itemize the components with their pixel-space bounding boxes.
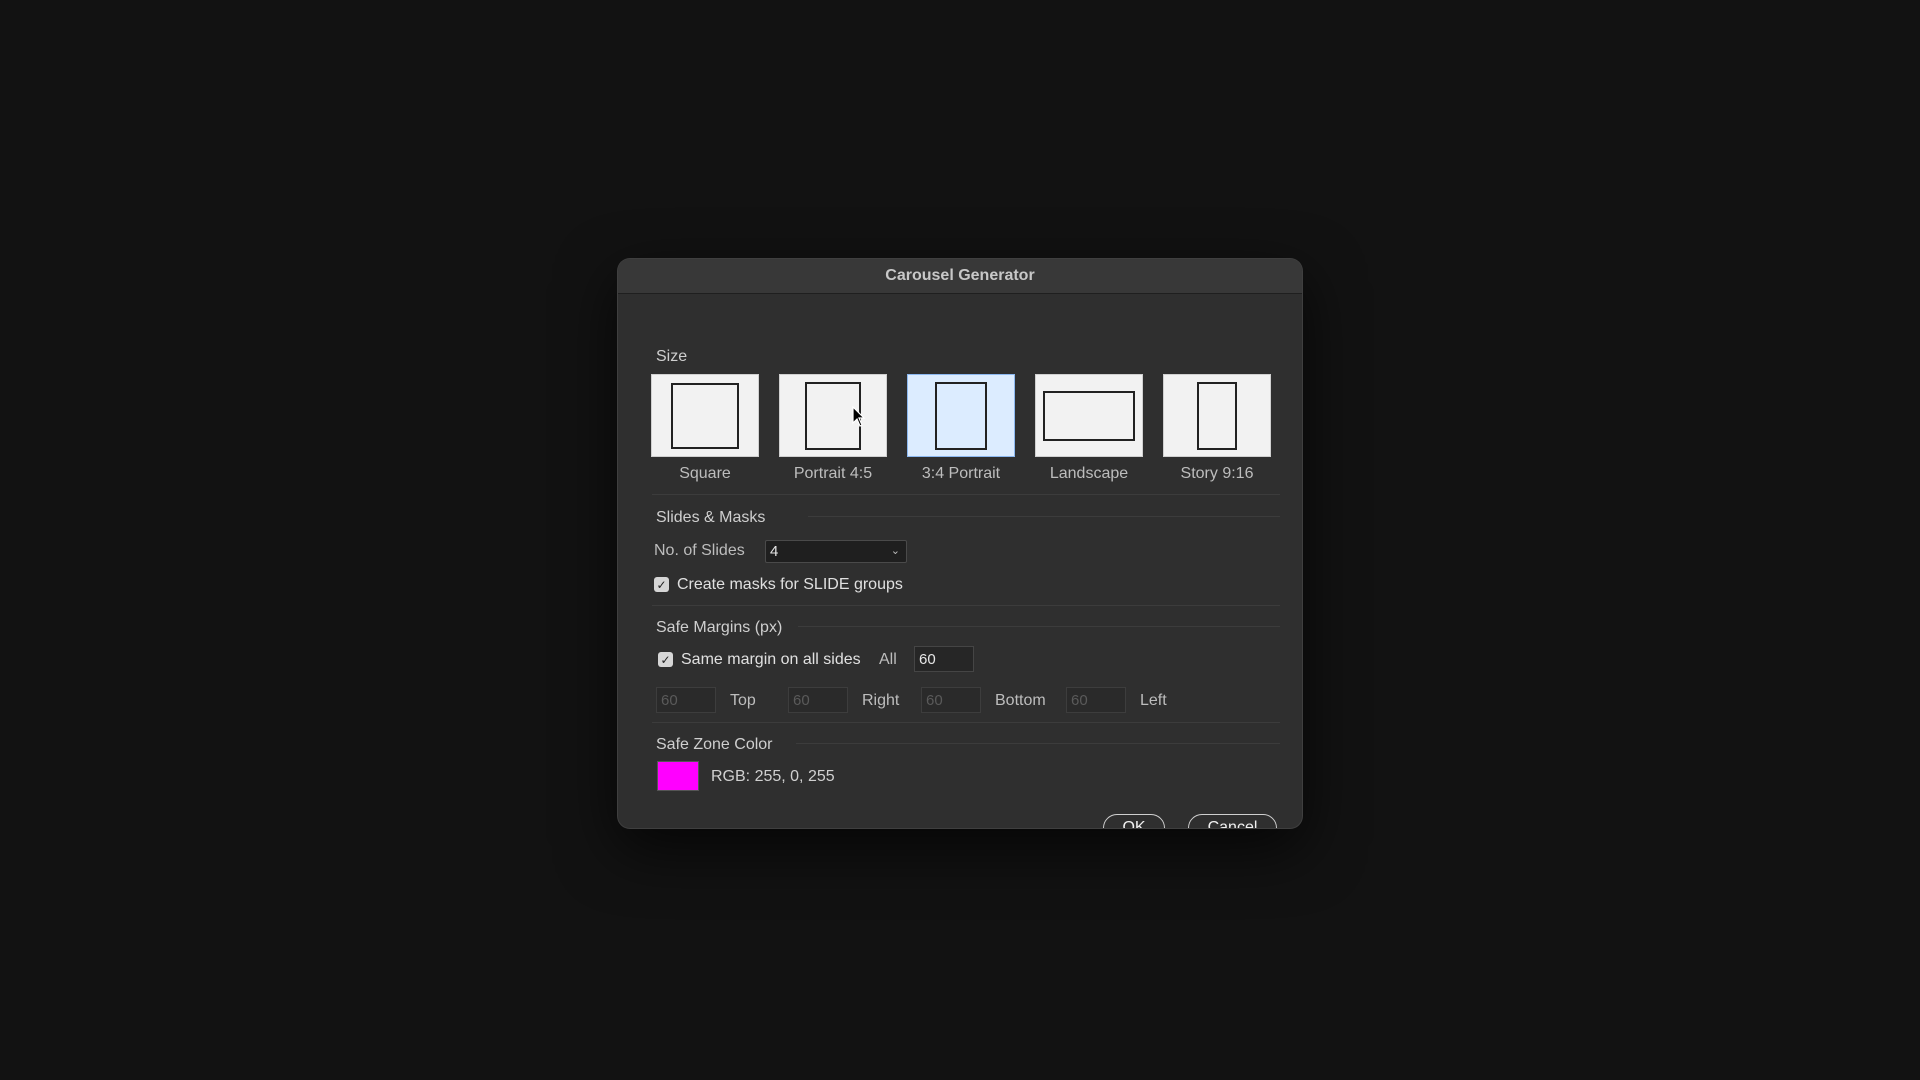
top-margin-label: Top [730,692,756,709]
left-margin-input[interactable]: 60 [1066,687,1126,713]
ok-button[interactable]: OK [1103,814,1165,828]
right-margin-label: Right [862,692,900,709]
size-option-portrait-4-5[interactable]: Portrait 4:5 [778,374,888,483]
left-margin-value: 60 [1071,691,1088,709]
story-9-16-shape-icon [1197,381,1237,450]
size-label-portrait-3-4: 3:4 Portrait [921,465,1001,482]
all-margin-input[interactable]: 60 [914,646,974,672]
size-option-portrait-3-4[interactable]: 3:4 Portrait [906,374,1016,483]
divider [652,722,1280,723]
all-margin-value: 60 [919,650,936,668]
slides-section-label: Slides & Masks [656,509,766,526]
slides-count-value: 4 [770,543,779,560]
top-margin-value: 60 [661,691,678,709]
landscape-shape-icon [1043,390,1135,441]
slides-count-label: No. of Slides [654,542,745,559]
size-options: Square Portrait 4:5 3:4 Portrait Landsca… [650,374,1272,483]
bottom-margin-label: Bottom [995,692,1046,709]
divider [808,516,1280,517]
top-margin-input[interactable]: 60 [656,687,716,713]
carousel-generator-dialog: Carousel Generator Size Square Portrait … [618,259,1302,828]
size-label-landscape: Landscape [1049,465,1129,482]
size-label-story-9-16: Story 9:16 [1180,465,1254,482]
size-thumb-story-9-16[interactable] [1163,374,1271,457]
mouse-pointer-icon [852,406,866,427]
size-thumb-landscape[interactable] [1035,374,1143,457]
create-masks-checkbox[interactable]: ✓ [654,577,669,592]
left-margin-label: Left [1140,692,1167,709]
same-margin-checkbox[interactable]: ✓ [658,652,673,667]
divider [796,743,1280,744]
all-margin-label: All [879,651,897,668]
size-option-landscape[interactable]: Landscape [1034,374,1144,483]
slides-count-select[interactable]: 4 ⌄ [765,540,907,563]
size-option-square[interactable]: Square [650,374,760,483]
size-option-story-9-16[interactable]: Story 9:16 [1162,374,1272,483]
titlebar[interactable]: Carousel Generator [618,259,1302,294]
create-masks-label: Create masks for SLIDE groups [677,576,903,593]
dialog-title: Carousel Generator [885,267,1035,284]
color-section-label: Safe Zone Color [656,736,773,753]
right-margin-value: 60 [793,691,810,709]
chevron-down-icon: ⌄ [890,545,900,557]
right-margin-input[interactable]: 60 [788,687,848,713]
safe-zone-color-rgb: RGB: 255, 0, 255 [711,768,835,785]
size-label-portrait-4-5: Portrait 4:5 [793,465,873,482]
size-section-label: Size [656,348,688,365]
size-thumb-portrait-4-5[interactable] [779,374,887,457]
safe-zone-color-swatch[interactable] [657,761,699,791]
divider [652,494,1280,495]
size-thumb-square[interactable] [651,374,759,457]
margins-section-label: Safe Margins (px) [656,619,783,636]
bottom-margin-input[interactable]: 60 [921,687,981,713]
square-shape-icon [671,382,739,449]
size-label-square: Square [679,465,731,482]
divider [798,626,1280,627]
portrait-3-4-shape-icon [935,381,987,450]
size-thumb-portrait-3-4[interactable] [907,374,1015,457]
bottom-margin-value: 60 [926,691,943,709]
cancel-button[interactable]: Cancel [1188,814,1277,828]
divider [652,605,1280,606]
same-margin-label: Same margin on all sides [681,651,861,668]
